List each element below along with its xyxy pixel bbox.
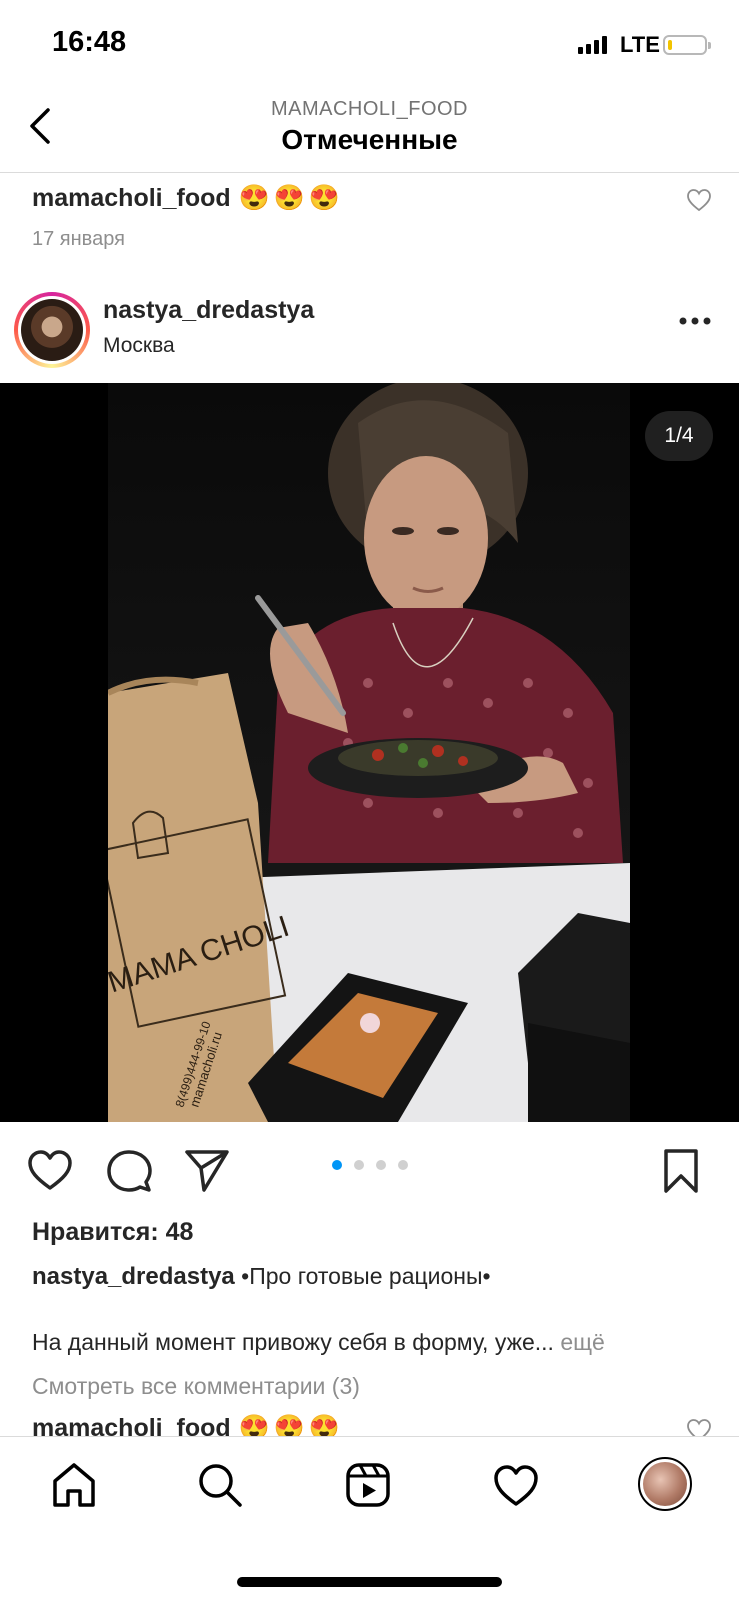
caption: На данный момент привожу себя в форму, у… [32,1329,605,1356]
page-title: Отмеченные [281,124,458,155]
post-avatar[interactable] [14,292,90,368]
post-location[interactable]: Москва [103,334,175,358]
activity-heart-icon[interactable] [492,1461,540,1509]
profile-avatar[interactable] [638,1457,692,1511]
caption-username[interactable]: nastya_dredastya [32,1263,235,1290]
status-time: 16:48 [52,26,127,58]
header-subtitle: MAMACHOLI_FOOD [270,98,469,120]
carousel-dot [376,1160,386,1170]
home-indicator[interactable] [237,1577,502,1587]
share-icon[interactable] [184,1148,230,1192]
tab-bar [0,1436,739,1601]
comment-icon[interactable] [106,1148,152,1194]
post-photo[interactable]: MAMA CHOLI 8(499)444-99-10 mamacholi.ru [0,383,739,1122]
carousel-dot [354,1160,364,1170]
caption-tag: •Про готовые рационы• [241,1263,491,1289]
bookmark-icon[interactable] [662,1148,700,1194]
likes-count[interactable]: Нравится: 48 [32,1218,193,1247]
battery-icon [663,35,711,55]
more-options-icon[interactable] [678,316,712,326]
comment-username[interactable]: mamacholi_food [32,184,231,212]
caption-text: На данный момент привожу себя в форму, у… [32,1329,554,1355]
home-icon[interactable] [50,1461,98,1509]
carousel-dot [398,1160,408,1170]
image-counter: 1/4 [645,411,713,461]
view-comments-link[interactable]: Смотреть все комментарии (3) [32,1373,360,1400]
post-username[interactable]: nastya_dredastya [103,296,314,325]
network-label: LTE [620,32,660,57]
carousel-indicator [332,1160,408,1170]
comment-date: 17 января [32,228,125,250]
search-icon[interactable] [196,1461,244,1509]
comment-text: 😍😍😍 [238,184,345,212]
caption-more-link[interactable]: ещё [560,1329,605,1355]
comment-row: mamacholi_food 😍😍😍 [32,184,344,213]
signal-icon [578,36,607,54]
comment-like-icon[interactable] [686,188,712,212]
photo-illustration: MAMA CHOLI 8(499)444-99-10 mamacholi.ru [108,383,630,1122]
reels-icon[interactable] [344,1461,392,1509]
like-icon[interactable] [26,1148,74,1192]
carousel-dot [332,1160,342,1170]
header-divider [0,172,739,173]
caption-header: nastya_dredastya •Про готовые рационы• [32,1263,491,1291]
